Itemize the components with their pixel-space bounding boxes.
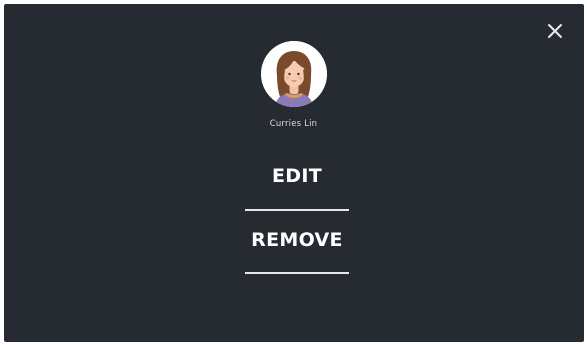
remove-button[interactable]: REMOVE bbox=[244, 229, 350, 251]
avatar bbox=[261, 41, 327, 107]
user-name: Curries Lin bbox=[269, 119, 318, 129]
user-avatar-illustration bbox=[261, 41, 327, 107]
remove-divider bbox=[245, 272, 349, 274]
edit-button[interactable]: EDIT bbox=[244, 165, 350, 187]
edit-divider bbox=[245, 209, 349, 211]
close-icon bbox=[548, 24, 562, 38]
close-button[interactable] bbox=[545, 21, 565, 41]
